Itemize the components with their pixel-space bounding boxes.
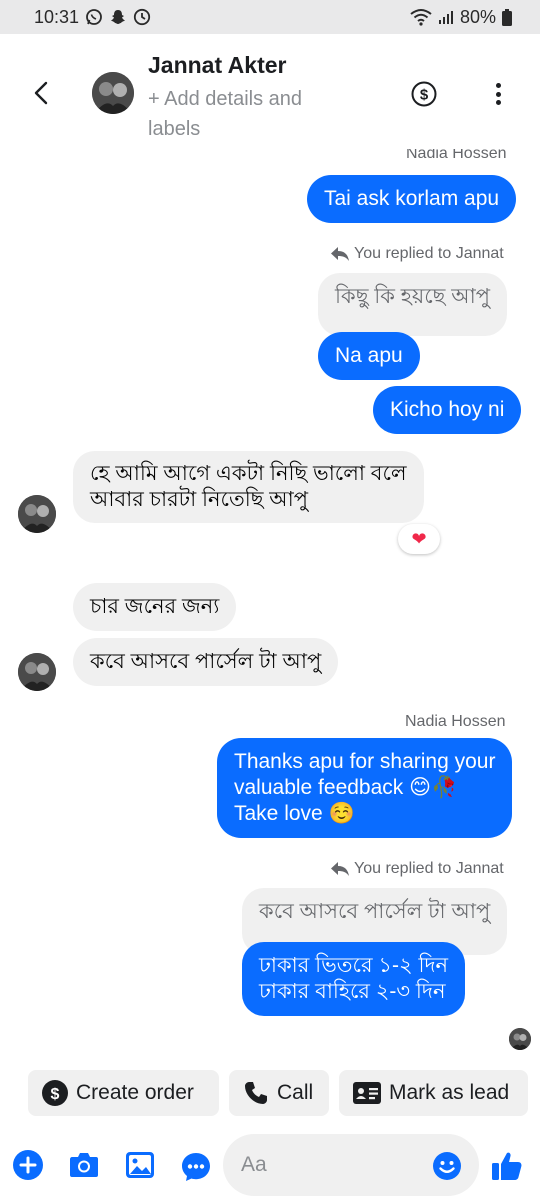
plus-circle-icon (13, 1150, 43, 1180)
heart-reaction[interactable]: ❤ (398, 524, 440, 554)
signal-icon (438, 9, 454, 25)
sender-avatar[interactable] (18, 653, 56, 691)
phone-icon (245, 1082, 267, 1104)
message-input-container[interactable] (223, 1134, 479, 1196)
contact-avatar[interactable] (92, 72, 134, 114)
battery-icon (502, 8, 512, 26)
sender-label: Nadia Hossen (405, 713, 506, 730)
reply-indicator: You replied to Jannat (330, 245, 504, 263)
thumbs-up-icon (492, 1152, 522, 1180)
incoming-message[interactable]: চার জনের জন্য (73, 583, 237, 631)
incoming-message[interactable]: কবে আসবে পার্সেল টা আপু (73, 638, 339, 686)
dollar-icon: $ (42, 1080, 68, 1106)
back-button[interactable] (26, 78, 56, 108)
message-composer (0, 1130, 540, 1200)
reply-indicator: You replied to Jannat (330, 860, 504, 878)
svg-text:$: $ (420, 87, 429, 104)
status-bar: 10:31 80% (0, 0, 540, 34)
read-receipt-avatar (509, 1028, 531, 1050)
svg-text:$: $ (51, 1086, 60, 1103)
quoted-message[interactable]: কিছু কি হয়ছে আপু (318, 273, 507, 336)
dollar-circle-icon: $ (411, 81, 437, 107)
heart-icon: ❤ (411, 528, 427, 549)
status-time: 10:31 (34, 6, 80, 27)
conversation-header: Jannat Akter + Add details and labels $ (0, 34, 540, 146)
camera-button[interactable] (69, 1150, 99, 1180)
smiley-icon (433, 1152, 461, 1180)
reply-arrow-icon (331, 862, 349, 876)
message-thread[interactable]: Nadia Hossen Tai ask korlam apu You repl… (0, 146, 540, 1056)
gallery-button[interactable] (125, 1150, 155, 1180)
back-arrow-icon (34, 81, 48, 105)
quick-actions-bar: $ Create order Call Mark as lead (28, 1070, 540, 1116)
create-order-button[interactable]: $ Create order (28, 1070, 219, 1116)
battery-percent: 80% (459, 6, 496, 27)
contact-card-icon (353, 1082, 381, 1104)
payment-button[interactable]: $ (411, 81, 437, 107)
emoji-button[interactable] (432, 1151, 462, 1181)
incoming-message[interactable]: হে আমি আগে একটা নিছি ভালো বলে আবার চারটা… (73, 451, 424, 523)
whatsapp-icon (85, 8, 103, 26)
outgoing-message[interactable]: Na apu (318, 332, 420, 380)
sender-label: Nadia Hossen (406, 149, 507, 162)
outgoing-message[interactable]: Thanks apu for sharing your valuable fee… (217, 738, 513, 838)
contact-name[interactable]: Jannat Akter (148, 52, 286, 79)
snapchat-icon (109, 8, 127, 26)
camera-icon (70, 1153, 98, 1177)
chat-options-button[interactable] (181, 1152, 211, 1182)
outgoing-message[interactable]: ঢাকার ভিতরে ১-২ দিন ঢাকার বাহিরে ২-৩ দিন (242, 942, 466, 1016)
chat-bubble-icon (182, 1153, 210, 1181)
mark-as-lead-button[interactable]: Mark as lead (339, 1070, 528, 1116)
sender-avatar[interactable] (18, 495, 56, 533)
outgoing-message[interactable]: Tai ask korlam apu (307, 175, 517, 223)
call-button[interactable]: Call (229, 1070, 329, 1116)
reply-arrow-icon (331, 247, 349, 261)
dnd-clock-icon (133, 8, 151, 26)
add-details-link[interactable]: + Add details and labels (148, 84, 348, 144)
message-input[interactable] (241, 1134, 431, 1196)
add-button[interactable] (13, 1150, 43, 1180)
wifi-icon (410, 8, 432, 26)
more-options-button[interactable] (487, 80, 509, 108)
like-button[interactable] (491, 1150, 523, 1182)
outgoing-message[interactable]: Kicho hoy ni (373, 386, 522, 434)
image-icon (126, 1152, 154, 1178)
